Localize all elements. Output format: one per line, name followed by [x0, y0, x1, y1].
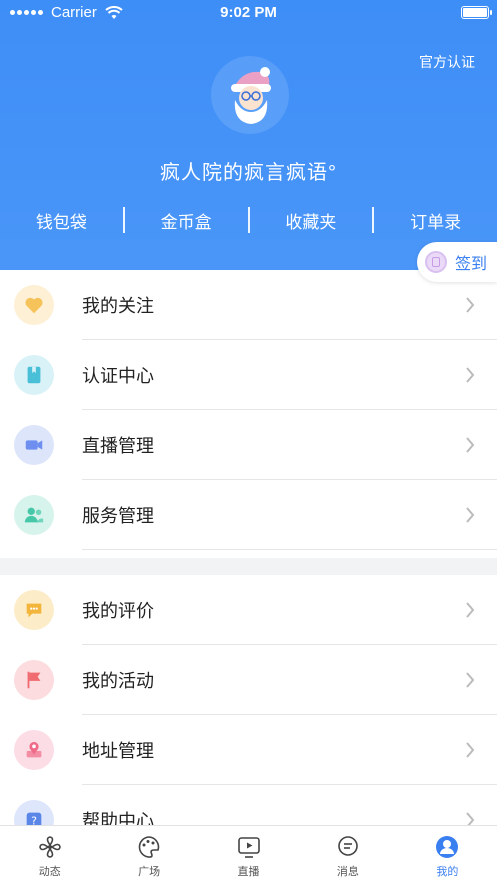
checkin-button[interactable]: 签到 — [417, 242, 497, 282]
tab-label: 消息 — [336, 866, 359, 878]
santa-avatar-icon — [231, 67, 271, 124]
quick-links: 钱包袋 金币盒 收藏夹 订单录 — [0, 200, 497, 240]
profile-header: Carrier 9:02 PM 官方认证 疯人院的疯言疯语° 钱包袋 金币盒 收… — [0, 0, 497, 270]
tab-dynamic[interactable]: 动态 — [0, 826, 99, 883]
tab-square[interactable]: 广场 — [99, 826, 198, 883]
chevron-right-icon — [466, 297, 475, 313]
orders-link[interactable]: 订单录 — [374, 208, 497, 233]
menu-group-account: 我的关注 认证中心 直播管理 服务管理 — [0, 270, 497, 558]
status-bar: Carrier 9:02 PM — [0, 0, 497, 26]
chevron-right-icon — [466, 367, 475, 383]
profile-icon — [436, 836, 459, 858]
chevron-right-icon — [466, 507, 475, 523]
menu-item-label: 认证中心 — [82, 366, 154, 386]
status-time: 9:02 PM — [220, 4, 277, 21]
message-icon — [338, 836, 358, 856]
menu-item-label: 地址管理 — [82, 741, 154, 761]
wallet-link[interactable]: 钱包袋 — [0, 208, 123, 233]
chevron-right-icon — [466, 437, 475, 453]
chat-bubble-icon — [14, 590, 54, 630]
pinwheel-icon — [38, 836, 61, 858]
video-camera-icon — [14, 425, 54, 465]
battery-icon — [461, 6, 492, 19]
tab-live[interactable]: 直播 — [199, 826, 298, 883]
bottom-tab-bar: 动态 广场 直播 消息 我的 — [0, 825, 497, 883]
menu-item-label: 我的关注 — [82, 296, 154, 316]
play-screen-icon — [237, 837, 260, 858]
book-icon — [14, 355, 54, 395]
checkin-icon — [425, 251, 447, 273]
tab-label: 直播 — [237, 866, 260, 878]
flag-icon — [14, 660, 54, 700]
tab-label: 广场 — [138, 866, 161, 878]
menu-item-label: 服务管理 — [82, 506, 154, 526]
menu-item-label: 直播管理 — [82, 436, 154, 456]
menu-item-following[interactable]: 我的关注 — [0, 270, 497, 340]
users-icon — [14, 495, 54, 535]
menu-item-live-management[interactable]: 直播管理 — [0, 410, 497, 480]
username: 疯人院的疯言疯语° — [160, 162, 337, 184]
menu-item-label: 我的评价 — [82, 601, 154, 621]
menu-item-address-management[interactable]: 地址管理 — [0, 715, 497, 785]
tab-messages[interactable]: 消息 — [298, 826, 397, 883]
menu-item-my-reviews[interactable]: 我的评价 — [0, 575, 497, 645]
palette-icon — [138, 836, 160, 858]
menu-item-help-center[interactable]: ? 帮助中心 — [0, 785, 497, 825]
menu-group-activity: 我的评价 我的活动 地址管理 ? 帮助中心 — [0, 575, 497, 825]
menu-item-label: 我的活动 — [82, 671, 154, 691]
help-icon: ? — [14, 800, 54, 825]
chevron-right-icon — [466, 602, 475, 618]
menu-item-service-management[interactable]: 服务管理 — [0, 480, 497, 550]
heart-icon — [14, 285, 54, 325]
chevron-right-icon — [466, 812, 475, 825]
checkin-label: 签到 — [455, 256, 488, 273]
location-pin-icon — [14, 730, 54, 770]
chevron-right-icon — [466, 742, 475, 758]
menu-item-my-activities[interactable]: 我的活动 — [0, 645, 497, 715]
favorites-link[interactable]: 收藏夹 — [250, 208, 373, 233]
tab-label: 动态 — [38, 866, 61, 878]
coin-box-link[interactable]: 金币盒 — [125, 208, 248, 233]
tab-mine[interactable]: 我的 — [398, 826, 497, 883]
official-verification-link[interactable]: 官方认证 — [419, 52, 475, 72]
chevron-right-icon — [466, 672, 475, 688]
menu-item-verification-center[interactable]: 认证中心 — [0, 340, 497, 410]
avatar[interactable] — [211, 56, 289, 134]
svg-text:?: ? — [31, 815, 37, 825]
tab-label: 我的 — [436, 866, 459, 878]
menu-item-label: 帮助中心 — [82, 811, 154, 825]
